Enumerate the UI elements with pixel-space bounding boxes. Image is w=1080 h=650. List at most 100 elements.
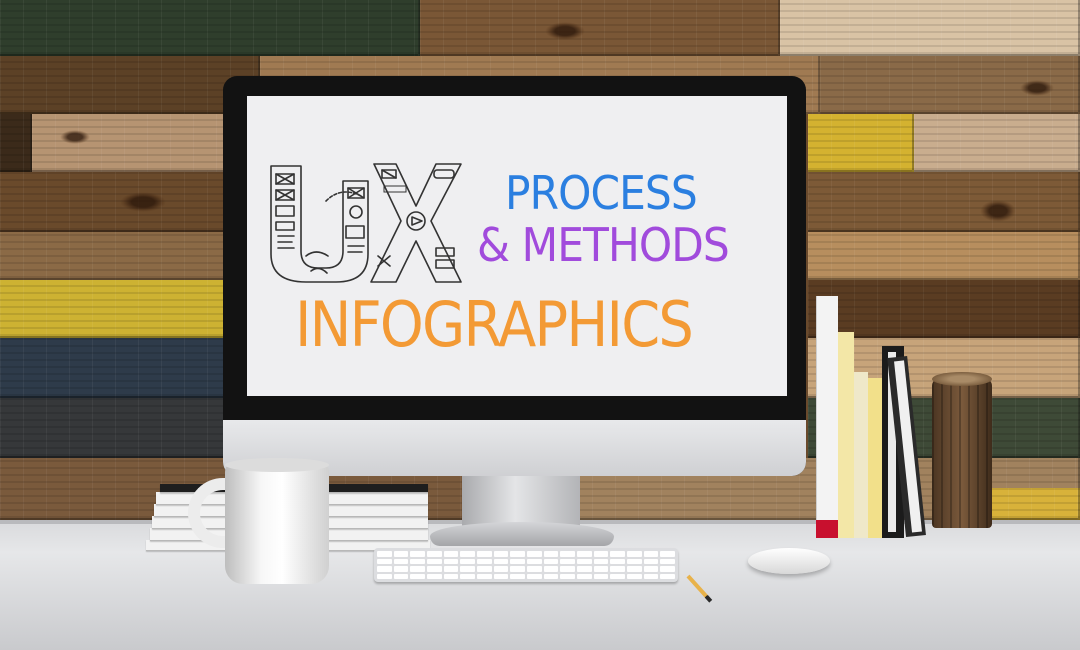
keyboard-key [643, 573, 659, 579]
keyboard-key [660, 566, 675, 572]
wall-plank [0, 172, 230, 232]
wall-plank [420, 0, 780, 56]
wooden-log [932, 378, 992, 528]
keyboard-key [427, 551, 442, 557]
wall-plank [808, 280, 1080, 338]
keyboard-key [443, 566, 459, 572]
keyboard-key [427, 558, 442, 564]
keyboard-key [377, 573, 392, 579]
keyboard-key [443, 558, 459, 564]
mug-rim [225, 458, 329, 472]
book-red-band [816, 520, 838, 538]
keyboard-key [543, 551, 559, 557]
keyboard-key [493, 573, 509, 579]
keyboard-key [593, 573, 609, 579]
keyboard-key [377, 558, 392, 564]
keyboard-key [610, 573, 625, 579]
wall-plank [914, 114, 1080, 172]
keyboard-key [493, 558, 509, 564]
wood-knot [545, 22, 585, 40]
book-cream [854, 372, 868, 538]
keyboard-key [643, 558, 659, 564]
headline-process: PROCESS [505, 166, 698, 220]
keyboard-key [527, 573, 542, 579]
wall-plank [0, 280, 232, 338]
keyboard-key [543, 558, 559, 564]
keyboard-key [460, 551, 475, 557]
wall-plank [808, 172, 1080, 232]
keyboard-key [543, 566, 559, 572]
keyboard-key [510, 551, 525, 557]
wall-plank [808, 114, 914, 172]
wall-plank [0, 56, 260, 114]
keyboard-key [477, 566, 492, 572]
keyboard-key [393, 566, 409, 572]
wall-plank [0, 114, 32, 172]
keyboard-key [527, 551, 542, 557]
keyboard-key [510, 573, 525, 579]
monitor-screen: PROCESS & METHODS INFOGRAPHICS [247, 96, 787, 396]
keyboard-key [543, 573, 559, 579]
keyboard-key [560, 558, 575, 564]
coffee-mug [225, 462, 329, 584]
book-yellow [838, 332, 854, 538]
monitor-stand-neck [462, 476, 580, 528]
keyboard-key [477, 551, 492, 557]
keyboard-key [627, 551, 642, 557]
keyboard-key [643, 566, 659, 572]
keyboard-key [610, 551, 625, 557]
keyboard-key [460, 558, 475, 564]
keyboard-key [460, 573, 475, 579]
wood-knot [60, 130, 90, 144]
keyboard-key [660, 573, 675, 579]
keyboard-key [410, 558, 425, 564]
wall-plank [0, 232, 230, 280]
keyboard-key [577, 551, 592, 557]
wall-plank [808, 232, 1080, 280]
keyboard-key [443, 551, 459, 557]
wooden-log-top [932, 372, 992, 386]
keyboard-key [593, 566, 609, 572]
keyboard-key [410, 573, 425, 579]
keyboard-key [393, 558, 409, 564]
headline-infographics: INFOGRAPHICS [295, 288, 694, 361]
keyboard-key [393, 551, 409, 557]
book-white [816, 296, 838, 538]
wall-plank [0, 0, 420, 56]
keyboard-key [527, 566, 542, 572]
mouse [748, 548, 830, 574]
keyboard-key [460, 566, 475, 572]
monitor-stand-base [430, 522, 614, 546]
wall-plank [0, 338, 232, 398]
keyboard-key [593, 551, 609, 557]
keyboard-key [593, 558, 609, 564]
wood-knot [1020, 80, 1054, 96]
wall-plank [985, 488, 1080, 520]
keyboard-key [510, 558, 525, 564]
keyboard-key [643, 551, 659, 557]
keyboard-key [510, 566, 525, 572]
keyboard-key [560, 566, 575, 572]
keyboard-key [427, 573, 442, 579]
wall-plank [0, 398, 232, 458]
keyboard-key [610, 566, 625, 572]
keyboard-key [427, 566, 442, 572]
keyboard-key [560, 573, 575, 579]
keyboard-key [627, 566, 642, 572]
keyboard-key [577, 566, 592, 572]
keyboard-key [627, 558, 642, 564]
keyboard-key [660, 558, 675, 564]
keyboard [374, 548, 678, 582]
keyboard-key [377, 566, 392, 572]
keyboard-key [660, 551, 675, 557]
keyboard-key [393, 573, 409, 579]
wood-knot [120, 192, 166, 212]
keyboard-key [477, 573, 492, 579]
keyboard-key [410, 566, 425, 572]
keyboard-key [410, 551, 425, 557]
keyboard-key [577, 558, 592, 564]
wood-knot [980, 200, 1016, 222]
keyboard-key [493, 566, 509, 572]
keyboard-key [627, 573, 642, 579]
keyboard-key [560, 551, 575, 557]
